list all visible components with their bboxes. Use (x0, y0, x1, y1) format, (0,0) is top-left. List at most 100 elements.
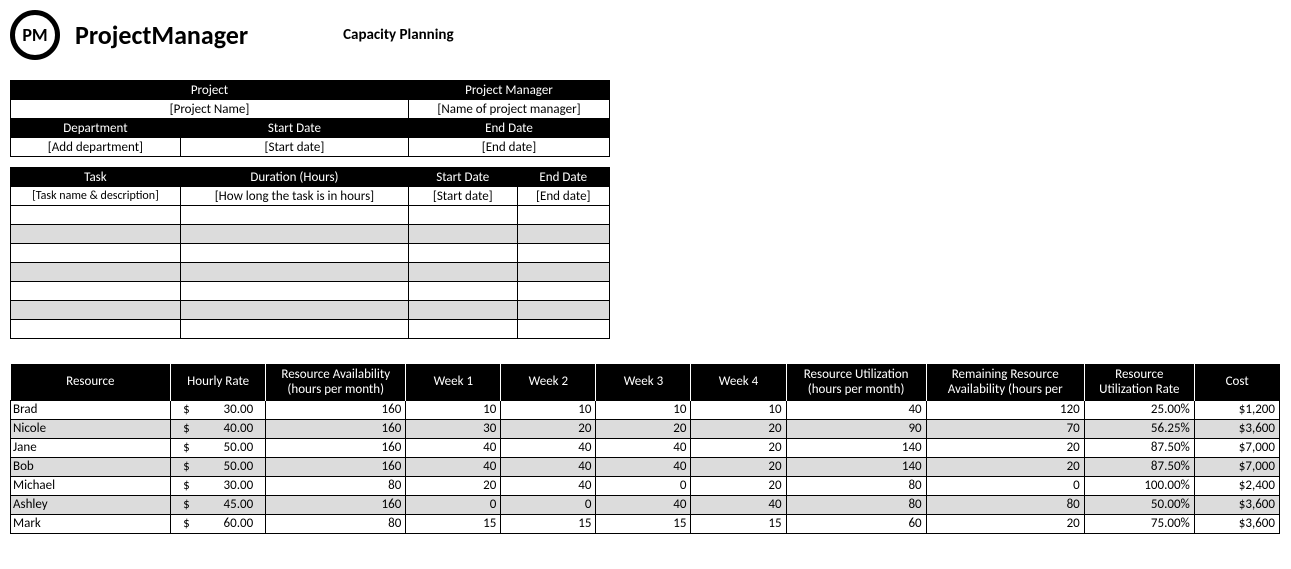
resource-cost[interactable]: $3,600 (1194, 514, 1279, 533)
task-cell[interactable] (180, 244, 408, 263)
resource-util[interactable]: 40 (786, 400, 926, 419)
resource-w1[interactable]: 20 (406, 476, 501, 495)
resource-remain[interactable]: 20 (926, 514, 1084, 533)
resource-w2[interactable]: 10 (501, 400, 596, 419)
resource-rate[interactable]: $30.00 (171, 476, 266, 495)
resource-rate[interactable]: $30.00 (171, 400, 266, 419)
task-cell[interactable] (517, 225, 609, 244)
resource-avail[interactable]: 160 (266, 457, 406, 476)
resource-rate[interactable]: $60.00 (171, 514, 266, 533)
resource-rate[interactable]: $50.00 (171, 457, 266, 476)
resource-w2[interactable]: 40 (501, 476, 596, 495)
resource-util[interactable]: 90 (786, 419, 926, 438)
resource-w3[interactable]: 40 (596, 457, 691, 476)
resource-avail[interactable]: 160 (266, 438, 406, 457)
resource-w3[interactable]: 10 (596, 400, 691, 419)
resource-w4[interactable]: 20 (691, 438, 786, 457)
task-name-cell[interactable]: [Task name & description] (11, 187, 181, 206)
task-cell[interactable] (517, 244, 609, 263)
resource-util[interactable]: 80 (786, 476, 926, 495)
resource-util[interactable]: 60 (786, 514, 926, 533)
resource-util-rate[interactable]: 25.00% (1084, 400, 1194, 419)
task-cell[interactable] (517, 263, 609, 282)
resource-avail[interactable]: 80 (266, 476, 406, 495)
val-end[interactable]: [End date] (408, 138, 609, 157)
resource-remain[interactable]: 70 (926, 419, 1084, 438)
resource-w2[interactable]: 15 (501, 514, 596, 533)
task-cell[interactable] (180, 301, 408, 320)
task-cell[interactable] (11, 263, 181, 282)
task-cell[interactable] (517, 282, 609, 301)
task-cell[interactable] (408, 225, 517, 244)
resource-avail[interactable]: 160 (266, 400, 406, 419)
resource-w1[interactable]: 40 (406, 457, 501, 476)
resource-remain[interactable]: 120 (926, 400, 1084, 419)
resource-w1[interactable]: 15 (406, 514, 501, 533)
task-cell[interactable] (408, 320, 517, 339)
task-cell[interactable] (11, 206, 181, 225)
resource-avail[interactable]: 80 (266, 514, 406, 533)
task-cell[interactable] (408, 206, 517, 225)
task-cell[interactable] (408, 282, 517, 301)
resource-w1[interactable]: 30 (406, 419, 501, 438)
resource-remain[interactable]: 20 (926, 457, 1084, 476)
resource-name[interactable]: Jane (11, 438, 171, 457)
resource-remain[interactable]: 80 (926, 495, 1084, 514)
resource-name[interactable]: Brad (11, 400, 171, 419)
resource-avail[interactable]: 160 (266, 495, 406, 514)
resource-cost[interactable]: $7,000 (1194, 438, 1279, 457)
resource-w3[interactable]: 40 (596, 495, 691, 514)
task-cell[interactable] (11, 320, 181, 339)
resource-w2[interactable]: 40 (501, 438, 596, 457)
resource-cost[interactable]: $3,600 (1194, 419, 1279, 438)
resource-name[interactable]: Bob (11, 457, 171, 476)
resource-w1[interactable]: 0 (406, 495, 501, 514)
val-start[interactable]: [Start date] (180, 138, 408, 157)
resource-w4[interactable]: 20 (691, 476, 786, 495)
resource-avail[interactable]: 160 (266, 419, 406, 438)
resource-rate[interactable]: $45.00 (171, 495, 266, 514)
task-cell[interactable] (11, 282, 181, 301)
task-cell[interactable] (180, 320, 408, 339)
resource-cost[interactable]: $7,000 (1194, 457, 1279, 476)
resource-rate[interactable]: $40.00 (171, 419, 266, 438)
resource-w3[interactable]: 15 (596, 514, 691, 533)
task-cell[interactable] (408, 244, 517, 263)
task-cell[interactable] (517, 301, 609, 320)
val-pm[interactable]: [Name of project manager] (408, 100, 609, 119)
resource-w4[interactable]: 20 (691, 457, 786, 476)
resource-util-rate[interactable]: 100.00% (1084, 476, 1194, 495)
resource-w4[interactable]: 20 (691, 419, 786, 438)
task-cell[interactable] (408, 263, 517, 282)
resource-rate[interactable]: $50.00 (171, 438, 266, 457)
task-start-cell[interactable]: [Start date] (408, 187, 517, 206)
resource-util[interactable]: 80 (786, 495, 926, 514)
task-cell[interactable] (11, 225, 181, 244)
resource-util[interactable]: 140 (786, 438, 926, 457)
resource-w4[interactable]: 15 (691, 514, 786, 533)
val-dept[interactable]: [Add department] (11, 138, 181, 157)
resource-w2[interactable]: 0 (501, 495, 596, 514)
resource-util[interactable]: 140 (786, 457, 926, 476)
resource-w1[interactable]: 10 (406, 400, 501, 419)
task-cell[interactable] (180, 225, 408, 244)
resource-name[interactable]: Ashley (11, 495, 171, 514)
task-cell[interactable] (517, 206, 609, 225)
task-cell[interactable] (517, 320, 609, 339)
resource-util-rate[interactable]: 50.00% (1084, 495, 1194, 514)
resource-w4[interactable]: 40 (691, 495, 786, 514)
resource-w1[interactable]: 40 (406, 438, 501, 457)
task-cell[interactable] (180, 263, 408, 282)
resource-w4[interactable]: 10 (691, 400, 786, 419)
task-duration-cell[interactable]: [How long the task is in hours] (180, 187, 408, 206)
task-cell[interactable] (180, 206, 408, 225)
resource-cost[interactable]: $3,600 (1194, 495, 1279, 514)
task-end-cell[interactable]: [End date] (517, 187, 609, 206)
task-cell[interactable] (11, 301, 181, 320)
resource-w3[interactable]: 40 (596, 438, 691, 457)
resource-remain[interactable]: 0 (926, 476, 1084, 495)
resource-w2[interactable]: 40 (501, 457, 596, 476)
resource-w3[interactable]: 20 (596, 419, 691, 438)
resource-w3[interactable]: 0 (596, 476, 691, 495)
resource-w2[interactable]: 20 (501, 419, 596, 438)
